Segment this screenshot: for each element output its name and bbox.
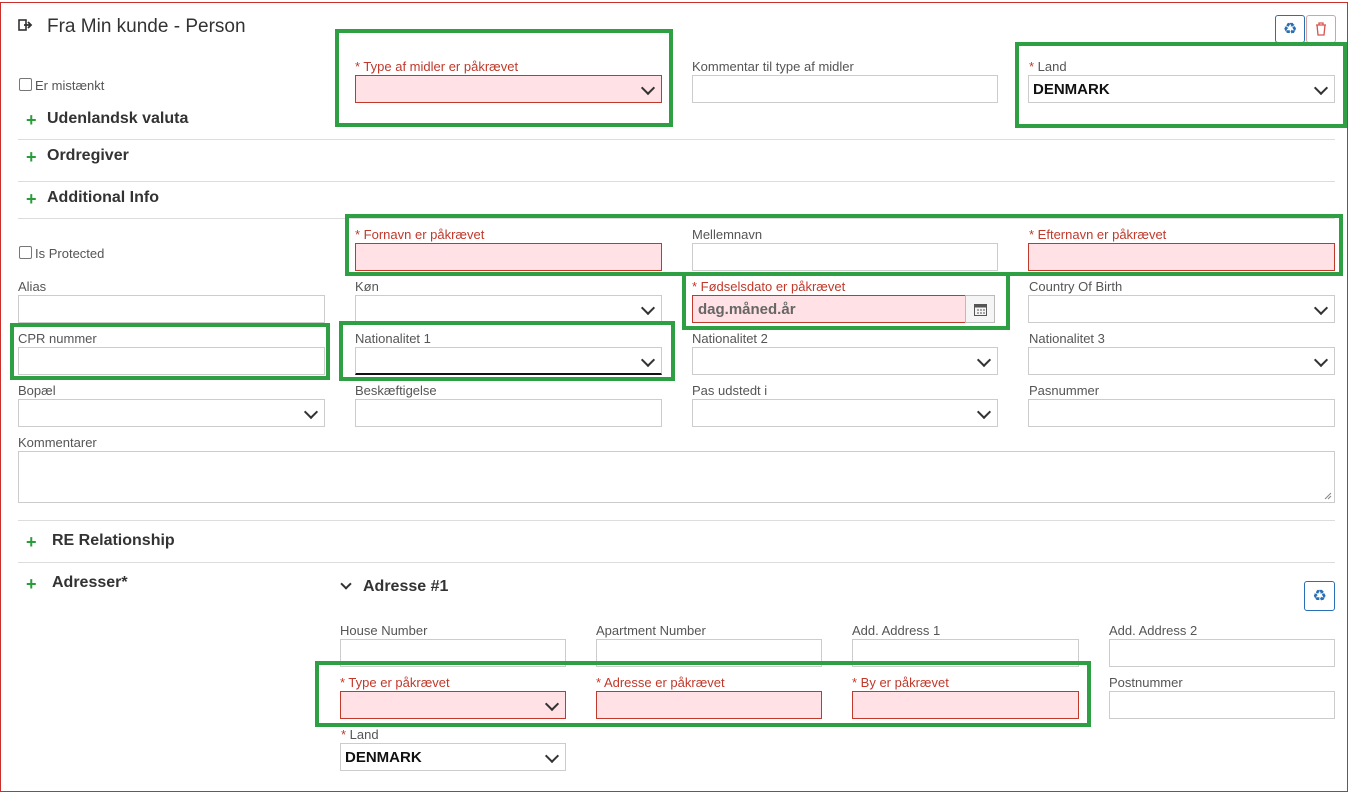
section-udenlandsk[interactable]: Udenlandsk valuta	[47, 110, 188, 128]
pas-udstedt-label: Pas udstedt i	[692, 383, 768, 398]
highlight-box	[315, 661, 1091, 727]
bopael-select[interactable]	[18, 399, 325, 427]
divider	[18, 181, 1335, 182]
protected-label: Is Protected	[35, 246, 105, 261]
plus-icon[interactable]: +	[26, 575, 37, 593]
chevron-down-icon	[976, 404, 992, 420]
highlight-box	[345, 214, 1343, 276]
chevron-down-icon	[544, 748, 560, 764]
bopael-label: Bopæl	[18, 383, 56, 398]
highlight-box	[1015, 42, 1347, 128]
add1-label: Add. Address 1	[852, 623, 941, 638]
address-land-value: DENMARK	[345, 749, 422, 766]
section-ordregiver[interactable]: Ordregiver	[47, 147, 129, 165]
beskaeftigelse-label: Beskæftigelse	[355, 383, 437, 398]
section-adresser[interactable]: Adresser*	[52, 574, 128, 592]
divider	[18, 139, 1335, 140]
section-additional[interactable]: Additional Info	[47, 189, 159, 207]
nat2-label: Nationalitet 2	[692, 331, 768, 346]
sign-out-icon	[18, 17, 34, 36]
pasnummer-label: Pasnummer	[1029, 383, 1100, 398]
chevron-down-icon	[1313, 300, 1329, 316]
section-re-relationship[interactable]: RE Relationship	[52, 532, 175, 550]
resize-handle-icon[interactable]	[1323, 491, 1332, 500]
pas-udstedt-select[interactable]	[692, 399, 998, 427]
chevron-down-icon	[303, 404, 319, 420]
plus-icon[interactable]: +	[26, 190, 37, 208]
kon-label: Køn	[355, 279, 379, 294]
house-number-label: House Number	[340, 623, 428, 638]
kommentarer-textarea[interactable]	[18, 451, 1335, 503]
suspect-label: Er mistænkt	[35, 78, 105, 93]
pasnummer-input[interactable]	[1028, 399, 1335, 427]
postnummer-input[interactable]	[1109, 691, 1335, 719]
country-of-birth-select[interactable]	[1028, 295, 1335, 323]
reset-button[interactable]: ♻	[1275, 15, 1305, 43]
address-title[interactable]: Adresse #1	[363, 578, 448, 596]
recycle-icon: ♻	[1312, 588, 1327, 605]
plus-icon[interactable]: +	[26, 533, 37, 551]
highlight-box	[335, 29, 673, 127]
address-reset-button[interactable]: ♻	[1304, 581, 1335, 611]
chevron-down-icon	[1313, 352, 1329, 368]
nat2-select[interactable]	[692, 347, 998, 375]
nat3-select[interactable]	[1028, 347, 1335, 375]
chevron-down-icon	[976, 352, 992, 368]
address-land-select[interactable]: DENMARK	[340, 743, 566, 771]
country-of-birth-label: Country Of Birth	[1029, 279, 1123, 294]
beskaeftigelse-input[interactable]	[355, 399, 662, 427]
alias-label: Alias	[18, 279, 47, 294]
delete-button[interactable]	[1306, 15, 1336, 43]
kon-select[interactable]	[355, 295, 662, 323]
plus-icon[interactable]: +	[26, 111, 37, 129]
protected-checkbox[interactable]	[19, 246, 32, 259]
plus-icon[interactable]: +	[26, 148, 37, 166]
highlight-box	[682, 272, 1010, 330]
suspect-checkbox[interactable]	[19, 78, 32, 91]
nat3-label: Nationalitet 3	[1029, 331, 1105, 346]
alias-input[interactable]	[18, 295, 325, 323]
kommentar-type-input[interactable]	[692, 75, 998, 103]
add2-label: Add. Address 2	[1109, 623, 1198, 638]
highlight-box	[10, 323, 330, 380]
highlight-box	[339, 321, 675, 381]
divider	[18, 562, 1335, 563]
page-title: Fra Min kunde - Person	[47, 16, 246, 37]
address-land-label: * Land	[341, 727, 379, 742]
apartment-number-label: Apartment Number	[596, 623, 706, 638]
trash-icon	[1316, 22, 1326, 36]
kommentarer-label: Kommentarer	[18, 435, 97, 450]
recycle-icon: ♻	[1282, 21, 1298, 38]
chevron-down-icon	[640, 300, 656, 316]
add2-input[interactable]	[1109, 639, 1335, 667]
divider	[18, 520, 1335, 521]
kommentar-type-label: Kommentar til type af midler	[692, 59, 854, 74]
postnummer-label: Postnummer	[1109, 675, 1183, 690]
